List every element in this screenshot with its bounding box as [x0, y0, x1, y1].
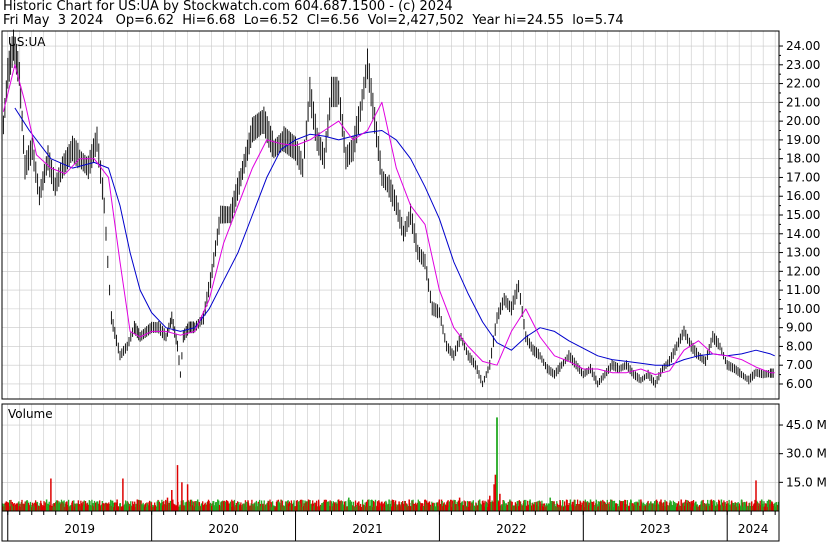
- price-tick-label: 22.00: [786, 77, 820, 91]
- price-tick-label: 20.00: [786, 114, 820, 128]
- volume-tick-label: 45.0 M: [786, 418, 827, 432]
- price-tick-label: 23.00: [786, 58, 820, 72]
- price-tick-label: 9.00: [786, 321, 813, 335]
- price-tick-label: 24.00: [786, 39, 820, 53]
- volume-tick-label: 15.0 M: [786, 475, 827, 489]
- chart-window: Historic Chart for US:UA by Stockwatch.c…: [0, 0, 830, 543]
- volume-title: Volume: [8, 407, 53, 421]
- price-tick-label: 14.00: [786, 227, 820, 241]
- year-label: 2021: [352, 522, 383, 536]
- price-panel: 24.00 23.00 22.00 21.00 20.00 19.00 18.00 17.00…: [1, 29, 820, 400]
- price-tick-label: 12.00: [786, 264, 820, 278]
- price-tick-label: 11.00: [786, 283, 820, 297]
- volume-tick-label: 30.0 M: [786, 447, 827, 461]
- year-label: 2020: [208, 522, 239, 536]
- price-tick-label: 15.00: [786, 208, 820, 222]
- price-tick-label: 17.00: [786, 170, 820, 184]
- time-axis: 2019 2020 2021 2022 2023 2024: [1, 510, 780, 542]
- price-tick-label: 16.00: [786, 189, 820, 203]
- stock-chart: 24.00 23.00 22.00 21.00 20.00 19.00 18.00 17.00…: [1, 29, 827, 542]
- price-tick-label: 6.00: [786, 377, 813, 391]
- year-label: 2024: [738, 522, 769, 536]
- price-tick-label: 18.00: [786, 152, 820, 166]
- price-tick-label: 19.00: [786, 133, 820, 147]
- volume-plot-area: [2, 404, 779, 511]
- year-label: 2023: [640, 522, 671, 536]
- price-tick-label: 10.00: [786, 302, 820, 316]
- price-tick-label: 7.00: [786, 358, 813, 372]
- volume-panel: 45.0 M 30.0 M 15.0 M Volume: [1, 403, 827, 512]
- price-tick-label: 21.00: [786, 95, 820, 109]
- symbol-label: US:UA: [8, 35, 46, 49]
- year-label: 2019: [64, 522, 95, 536]
- year-label: 2022: [496, 522, 527, 536]
- price-tick-label: 13.00: [786, 246, 820, 260]
- price-tick-label: 8.00: [786, 339, 813, 353]
